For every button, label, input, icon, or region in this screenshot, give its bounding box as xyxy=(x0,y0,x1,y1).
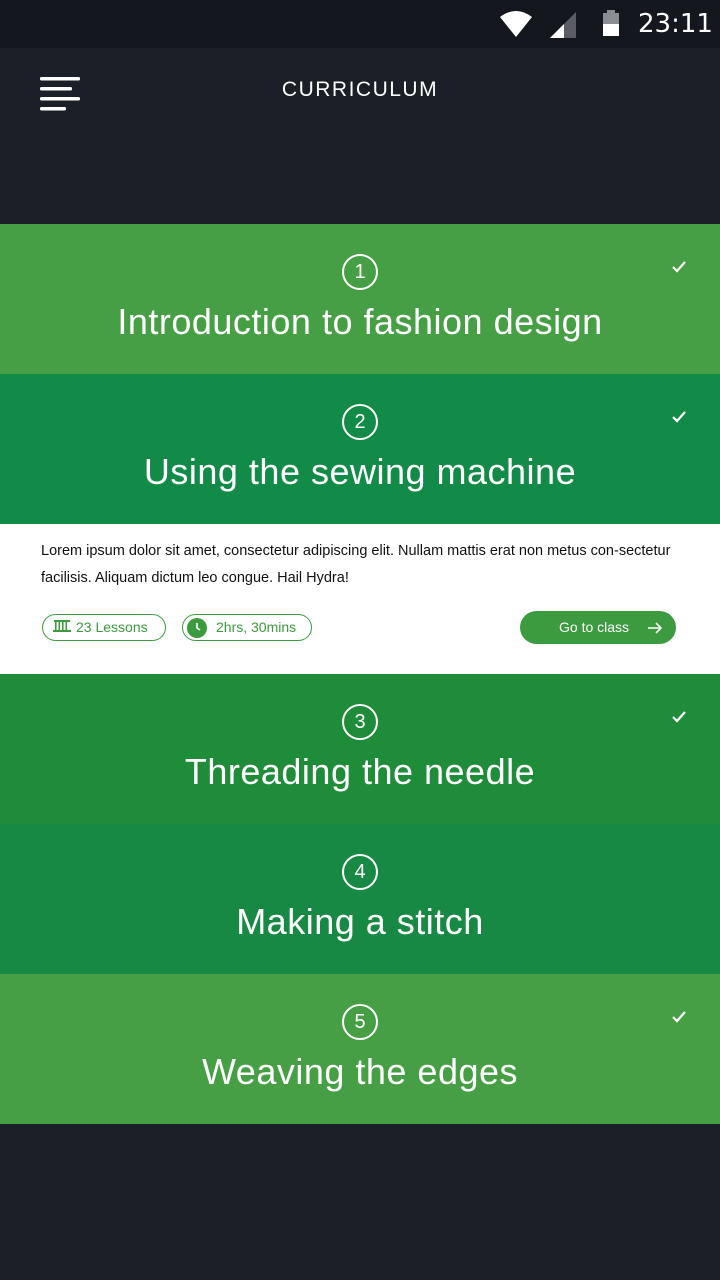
module-number: 2 xyxy=(342,404,378,440)
duration-text: 2hrs, 30mins xyxy=(216,619,297,635)
signal-icon xyxy=(550,12,576,38)
module-title: Introduction to fashion design xyxy=(117,301,603,342)
module-description: Lorem ipsum dolor sit amet, consectetur … xyxy=(41,543,671,586)
module-3[interactable]: 3 Threading the needle xyxy=(0,674,720,824)
module-number: 3 xyxy=(342,704,378,740)
duration-badge: 2hrs, 30mins xyxy=(182,614,312,641)
check-icon xyxy=(672,711,686,723)
go-to-class-button[interactable]: Go to class xyxy=(520,611,676,644)
module-number: 1 xyxy=(342,254,378,290)
module-title: Threading the needle xyxy=(184,751,536,792)
wifi-icon xyxy=(500,11,532,37)
module-5[interactable]: 5 Weaving the edges xyxy=(0,974,720,1124)
battery-icon xyxy=(603,10,619,36)
module-number: 5 xyxy=(342,1004,378,1040)
module-number: 4 xyxy=(342,854,378,890)
module-details: Lorem ipsum dolor sit amet, consectetur … xyxy=(0,524,720,674)
clock-icon xyxy=(187,618,207,638)
page-title: CURRICULUM xyxy=(281,78,439,101)
clock-time: 23:11 xyxy=(638,9,713,39)
module-4[interactable]: 4 Making a stitch xyxy=(0,824,720,974)
check-icon xyxy=(672,261,686,273)
app-header: CURRICULUM xyxy=(0,48,720,224)
check-icon xyxy=(672,1011,686,1023)
arrow-right-icon xyxy=(648,622,663,634)
module-2[interactable]: 2 Using the sewing machine xyxy=(0,374,720,524)
module-title: Weaving the edges xyxy=(201,1051,519,1092)
lessons-count: 23 Lessons xyxy=(76,619,148,635)
module-title: Using the sewing machine xyxy=(143,451,577,492)
go-to-class-label: Go to class xyxy=(559,619,630,635)
status-bar: 23:11 xyxy=(0,0,720,48)
lessons-badge: 23 Lessons xyxy=(42,614,166,641)
module-1[interactable]: 1 Introduction to fashion design xyxy=(0,224,720,374)
module-title: Making a stitch xyxy=(236,901,484,942)
check-icon xyxy=(672,411,686,423)
lessons-icon xyxy=(53,620,71,632)
